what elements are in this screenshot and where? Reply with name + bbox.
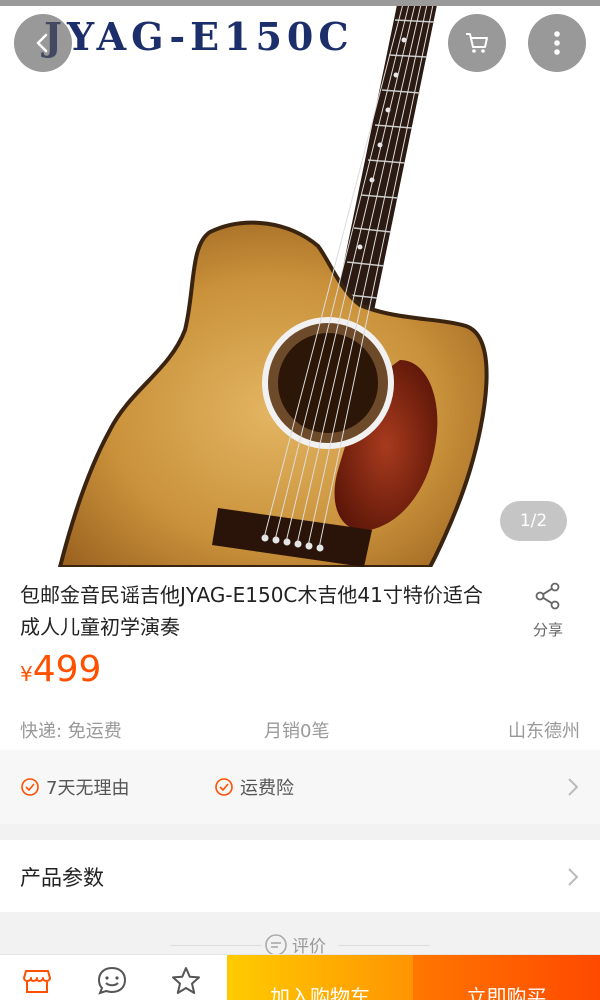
service-item: 7天无理由 (20, 774, 129, 800)
share-label: 分享 (532, 621, 563, 639)
status-bar (0, 0, 600, 6)
service-label: 运费险 (240, 778, 294, 799)
product-title: 包邮金音民谣吉他JYAG-E150C木吉他41寸特价适合成人儿童初学演奏 (20, 583, 483, 639)
product-image-brand-text: JYAG-E150C (44, 14, 354, 59)
service-guarantees-row[interactable]: 7天无理由 运费险 (0, 750, 600, 824)
favorite-button[interactable] (170, 965, 202, 1000)
product-info-section: 包邮金音民谣吉他JYAG-E150C木吉他41寸特价适合成人儿童初学演奏 分享 … (0, 567, 600, 750)
star-icon (172, 967, 200, 994)
chevron-right-icon (568, 778, 579, 796)
ship-from-location: 山东德州 (508, 721, 580, 742)
store-icon (23, 970, 51, 993)
cart-icon (466, 33, 488, 53)
customer-service-button[interactable] (96, 965, 128, 1000)
comment-icon (265, 933, 287, 956)
price-currency: ¥ (20, 662, 33, 686)
reviews-section-header: 评价 (0, 912, 600, 958)
chat-smile-icon (97, 966, 127, 995)
share-button[interactable]: 分享 (520, 581, 576, 640)
check-circle-icon (215, 778, 233, 796)
more-vertical-icon (554, 31, 560, 55)
service-label: 7天无理由 (46, 778, 130, 799)
share-icon (535, 582, 560, 610)
add-to-cart-button[interactable]: 加入购物车 (227, 955, 413, 1000)
image-page-indicator: 1/2 (500, 501, 567, 541)
divider-line (338, 945, 430, 946)
product-params-row[interactable]: 产品参数 (0, 840, 600, 912)
product-image-gallery[interactable]: JYAG-E150C 1/2 (0, 0, 600, 567)
back-button[interactable] (14, 14, 72, 72)
price: ¥499 (20, 649, 101, 690)
price-value: 499 (32, 649, 102, 690)
chevron-right-icon (568, 868, 579, 886)
shipping-info: 快递: 免运费 (20, 721, 122, 742)
store-button[interactable] (22, 965, 52, 999)
buy-now-button[interactable]: 立即购买 (413, 955, 600, 1000)
chevron-left-icon (36, 33, 48, 53)
monthly-sales: 月销0笔 (264, 721, 330, 742)
check-circle-icon (21, 778, 39, 796)
cart-button[interactable] (448, 14, 506, 72)
service-item: 运费险 (214, 774, 294, 800)
product-params-label: 产品参数 (20, 866, 104, 890)
bottom-action-bar: 加入购物车 立即购买 (0, 954, 600, 1000)
guitar-product-image (57, 0, 489, 567)
more-options-button[interactable] (528, 14, 586, 72)
divider-line (170, 945, 262, 946)
